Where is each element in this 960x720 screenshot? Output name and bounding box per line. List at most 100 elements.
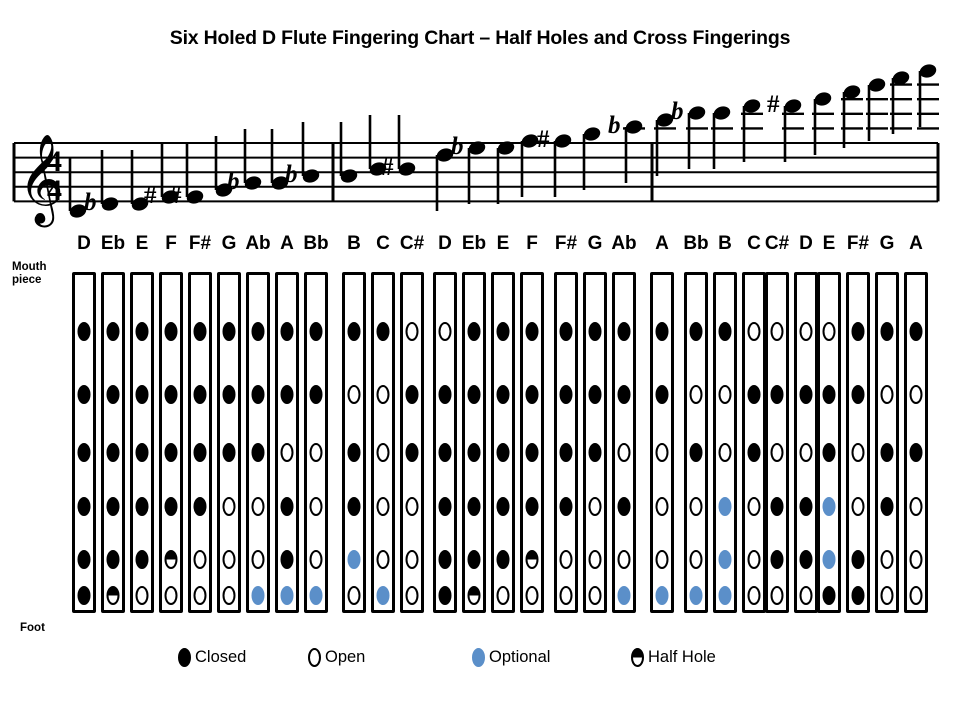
hole-1-open[interactable] xyxy=(438,322,452,341)
fingering-column[interactable] xyxy=(188,272,212,613)
fingering-column[interactable] xyxy=(400,272,424,613)
hole-3-open[interactable] xyxy=(617,443,631,462)
fingering-column[interactable] xyxy=(554,272,578,613)
fingering-column[interactable] xyxy=(491,272,515,613)
fingering-column[interactable] xyxy=(742,272,766,613)
hole-4-open[interactable] xyxy=(909,497,923,516)
hole-6-open[interactable] xyxy=(559,586,573,605)
hole-4-closed[interactable] xyxy=(617,497,631,516)
hole-3-closed[interactable] xyxy=(747,443,761,462)
hole-2-closed[interactable] xyxy=(770,385,784,404)
fingering-column[interactable] xyxy=(612,272,636,613)
hole-5-open[interactable] xyxy=(880,550,894,569)
hole-3-closed[interactable] xyxy=(405,443,419,462)
fingering-column[interactable] xyxy=(765,272,789,613)
hole-2-closed[interactable] xyxy=(438,385,452,404)
hole-4-closed[interactable] xyxy=(438,497,452,516)
hole-6-open[interactable] xyxy=(347,586,361,605)
hole-3-closed[interactable] xyxy=(822,443,836,462)
hole-6-open[interactable] xyxy=(525,586,539,605)
hole-3-closed[interactable] xyxy=(559,443,573,462)
hole-1-closed[interactable] xyxy=(222,322,236,341)
hole-6-open[interactable] xyxy=(222,586,236,605)
hole-5-closed[interactable] xyxy=(106,550,120,569)
fingering-column[interactable] xyxy=(342,272,366,613)
hole-6-optional[interactable] xyxy=(376,586,390,605)
hole-6-closed[interactable] xyxy=(77,586,91,605)
hole-3-open[interactable] xyxy=(718,443,732,462)
hole-2-closed[interactable] xyxy=(405,385,419,404)
hole-4-optional[interactable] xyxy=(718,497,732,516)
hole-4-closed[interactable] xyxy=(164,497,178,516)
hole-3-closed[interactable] xyxy=(909,443,923,462)
fingering-column[interactable] xyxy=(159,272,183,613)
hole-4-open[interactable] xyxy=(309,497,323,516)
hole-5-open[interactable] xyxy=(655,550,669,569)
fingering-column[interactable] xyxy=(72,272,96,613)
hole-1-open[interactable] xyxy=(747,322,761,341)
hole-4-closed[interactable] xyxy=(193,497,207,516)
hole-2-closed[interactable] xyxy=(193,385,207,404)
hole-2-closed[interactable] xyxy=(77,385,91,404)
hole-1-closed[interactable] xyxy=(376,322,390,341)
hole-2-closed[interactable] xyxy=(280,385,294,404)
hole-2-open[interactable] xyxy=(880,385,894,404)
fingering-column[interactable] xyxy=(650,272,674,613)
hole-4-open[interactable] xyxy=(405,497,419,516)
hole-6-half[interactable] xyxy=(106,586,120,605)
hole-3-closed[interactable] xyxy=(193,443,207,462)
hole-5-open[interactable] xyxy=(405,550,419,569)
hole-5-closed[interactable] xyxy=(851,550,865,569)
hole-1-closed[interactable] xyxy=(588,322,602,341)
hole-3-closed[interactable] xyxy=(689,443,703,462)
hole-6-optional[interactable] xyxy=(280,586,294,605)
hole-4-closed[interactable] xyxy=(77,497,91,516)
hole-2-closed[interactable] xyxy=(851,385,865,404)
hole-3-closed[interactable] xyxy=(77,443,91,462)
hole-3-open[interactable] xyxy=(799,443,813,462)
hole-4-closed[interactable] xyxy=(559,497,573,516)
hole-4-open[interactable] xyxy=(851,497,865,516)
hole-5-open[interactable] xyxy=(222,550,236,569)
hole-1-open[interactable] xyxy=(822,322,836,341)
hole-5-closed[interactable] xyxy=(799,550,813,569)
hole-4-open[interactable] xyxy=(588,497,602,516)
hole-1-open[interactable] xyxy=(799,322,813,341)
hole-4-closed[interactable] xyxy=(799,497,813,516)
hole-2-closed[interactable] xyxy=(222,385,236,404)
hole-1-closed[interactable] xyxy=(496,322,510,341)
hole-3-closed[interactable] xyxy=(106,443,120,462)
hole-4-open[interactable] xyxy=(376,497,390,516)
hole-6-half[interactable] xyxy=(467,586,481,605)
hole-2-closed[interactable] xyxy=(799,385,813,404)
hole-1-closed[interactable] xyxy=(135,322,149,341)
hole-3-open[interactable] xyxy=(376,443,390,462)
hole-6-optional[interactable] xyxy=(718,586,732,605)
hole-1-closed[interactable] xyxy=(193,322,207,341)
hole-6-open[interactable] xyxy=(747,586,761,605)
hole-2-closed[interactable] xyxy=(588,385,602,404)
hole-1-closed[interactable] xyxy=(164,322,178,341)
hole-1-closed[interactable] xyxy=(689,322,703,341)
hole-4-open[interactable] xyxy=(689,497,703,516)
fingering-column[interactable] xyxy=(101,272,125,613)
hole-6-closed[interactable] xyxy=(851,586,865,605)
hole-2-closed[interactable] xyxy=(106,385,120,404)
hole-6-open[interactable] xyxy=(770,586,784,605)
hole-5-closed[interactable] xyxy=(438,550,452,569)
hole-2-closed[interactable] xyxy=(822,385,836,404)
hole-1-closed[interactable] xyxy=(347,322,361,341)
hole-6-open[interactable] xyxy=(496,586,510,605)
hole-5-open[interactable] xyxy=(747,550,761,569)
hole-3-closed[interactable] xyxy=(347,443,361,462)
hole-6-open[interactable] xyxy=(909,586,923,605)
fingering-column[interactable] xyxy=(875,272,899,613)
hole-1-closed[interactable] xyxy=(280,322,294,341)
hole-1-closed[interactable] xyxy=(909,322,923,341)
hole-2-closed[interactable] xyxy=(251,385,265,404)
hole-4-open[interactable] xyxy=(655,497,669,516)
fingering-column[interactable] xyxy=(217,272,241,613)
hole-5-half[interactable] xyxy=(164,550,178,569)
hole-5-closed[interactable] xyxy=(467,550,481,569)
hole-5-open[interactable] xyxy=(689,550,703,569)
